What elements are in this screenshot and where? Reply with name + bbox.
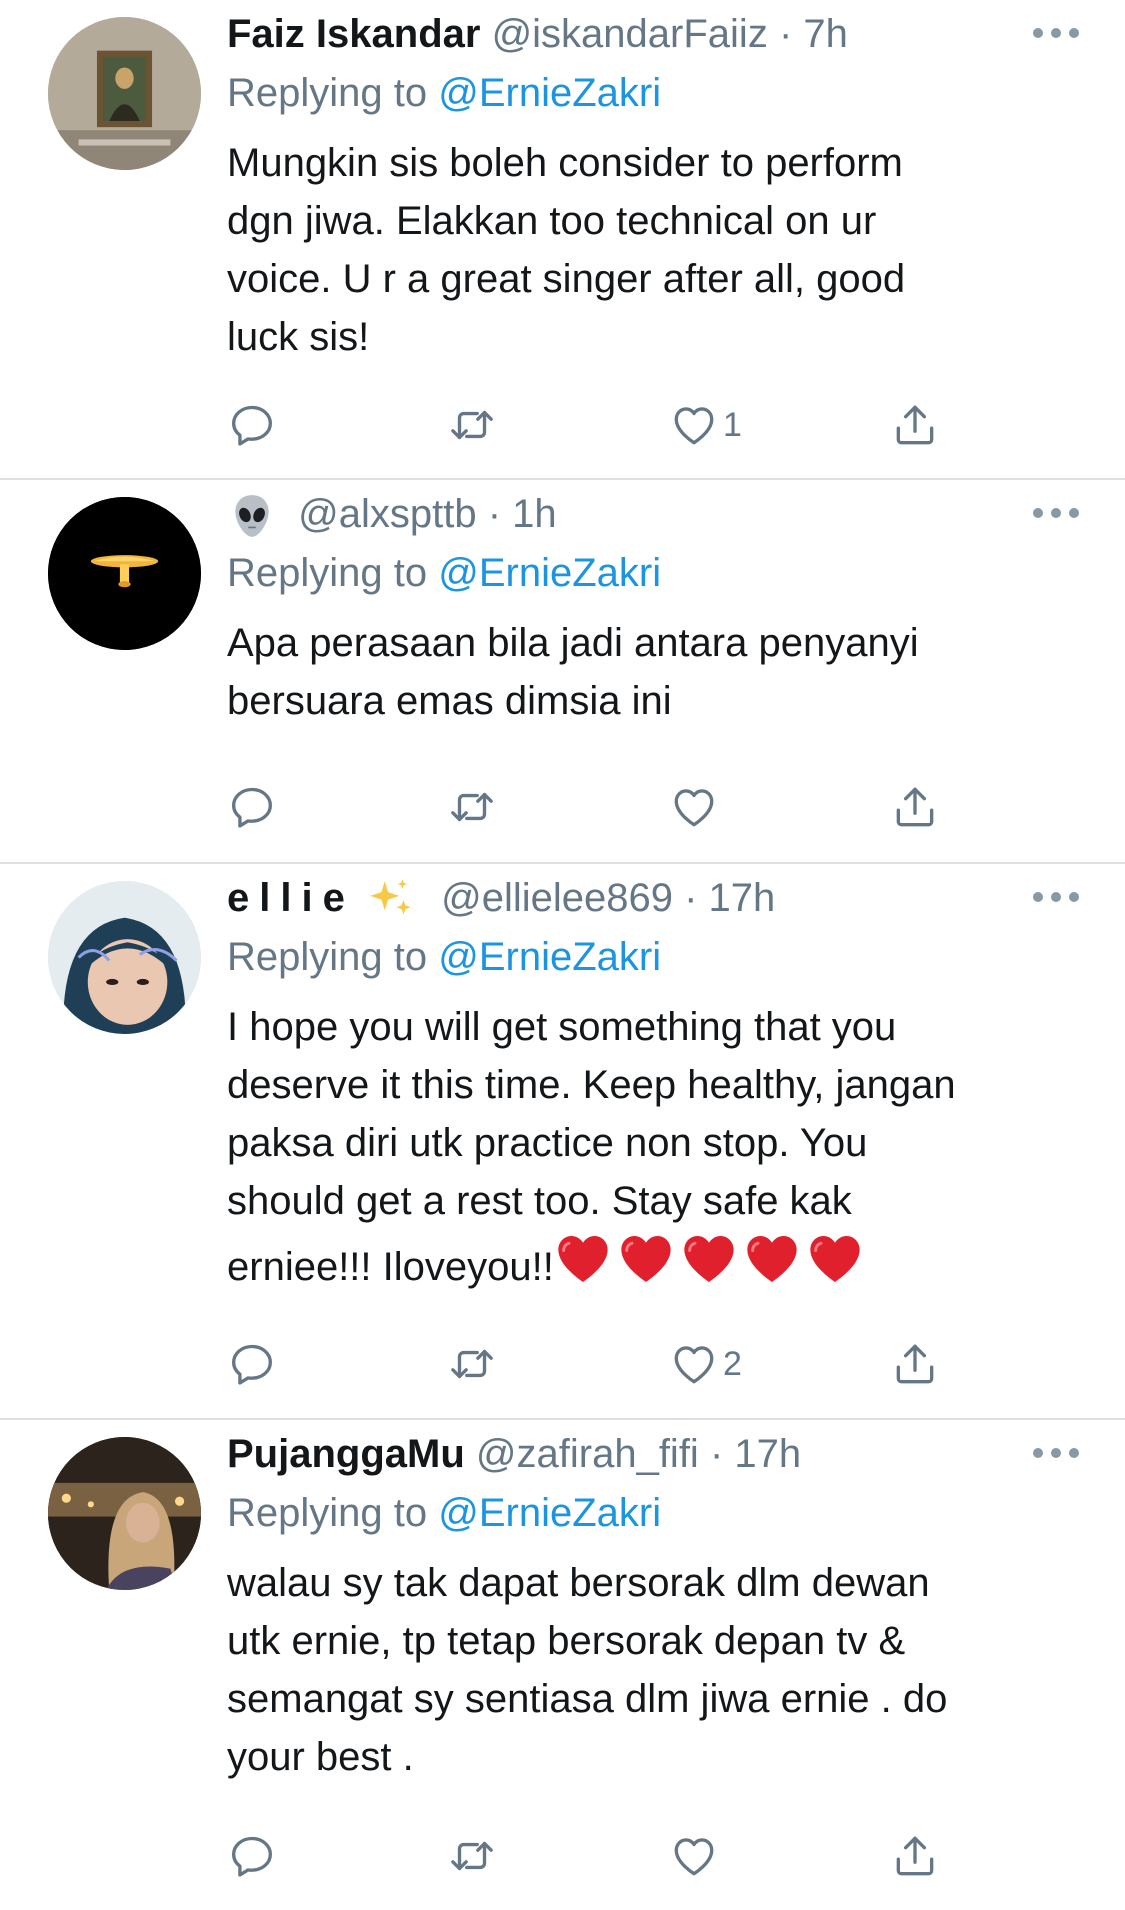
timestamp[interactable]: 17h [734, 1432, 801, 1476]
replying-to: Replying to @ErnieZakri [227, 64, 1095, 122]
retweet-button[interactable] [447, 777, 497, 837]
more-options-icon[interactable] [1033, 28, 1079, 40]
retweet-icon [447, 400, 497, 450]
replying-label: Replying to [227, 551, 439, 595]
display-name[interactable]: PujanggaMu [227, 1432, 465, 1476]
tweet-header: PujanggaMu @zafirah_fifi · 17h [227, 1420, 1095, 1484]
separator-dot: · [709, 1432, 724, 1476]
display-name[interactable]: ellie [227, 876, 355, 920]
tweet-1[interactable]: Faiz Iskandar @iskandarFaiiz · 7h Replyi… [0, 0, 1125, 480]
tweet-header: @alxspttb · 1h [227, 480, 1095, 544]
replying-to: Replying to @ErnieZakri [227, 928, 1095, 986]
more-options-icon[interactable] [1033, 508, 1079, 520]
tweet-2[interactable]: @alxspttb · 1h Replying to @ErnieZakri A… [0, 480, 1125, 864]
user-handle[interactable]: @iskandarFaiiz [492, 12, 768, 56]
reply-button[interactable] [227, 1826, 277, 1886]
timestamp[interactable]: 17h [709, 876, 776, 920]
like-count: 2 [723, 1344, 742, 1383]
more-options-icon[interactable] [1033, 1448, 1079, 1460]
tweet-3[interactable]: ellie @ellielee869 · 17h Replying to @Er… [0, 864, 1125, 1420]
retweet-button[interactable] [447, 395, 497, 455]
tweet-actions [227, 777, 987, 837]
reply-button[interactable] [227, 1334, 277, 1394]
lamp-avatar-icon [48, 497, 201, 650]
tweet-header: ellie @ellielee869 · 17h [227, 864, 1095, 928]
avatar[interactable] [48, 17, 201, 170]
separator-dot: · [778, 12, 793, 56]
like-button[interactable]: 1 [669, 395, 742, 455]
like-button[interactable] [669, 777, 723, 837]
tweet-actions [227, 1826, 987, 1886]
tweet-actions: 1 [227, 395, 987, 455]
retweet-button[interactable] [447, 1334, 497, 1394]
display-name[interactable]: Faiz Iskandar [227, 12, 480, 56]
replying-to: Replying to @ErnieZakri [227, 544, 1095, 602]
heart-icon [669, 1831, 719, 1881]
separator-dot: · [487, 492, 502, 536]
reply-icon [227, 1831, 277, 1881]
timestamp[interactable]: 7h [803, 12, 848, 56]
user-handle[interactable]: @zafirah_fifi [476, 1432, 699, 1476]
share-icon [890, 1831, 940, 1881]
user-handle[interactable]: @ellielee869 [441, 876, 673, 920]
share-icon [890, 400, 940, 450]
red-hearts-emoji [554, 1230, 864, 1304]
replying-mention-link[interactable]: @ErnieZakri [438, 551, 661, 595]
tweet-4[interactable]: PujanggaMu @zafirah_fifi · 17h Replying … [0, 1420, 1125, 1910]
retweet-icon [447, 1831, 497, 1881]
reply-icon [227, 400, 277, 450]
share-icon [890, 1339, 940, 1389]
share-icon [890, 782, 940, 832]
share-button[interactable] [890, 395, 940, 455]
like-button[interactable]: 2 [669, 1334, 742, 1394]
share-button[interactable] [890, 1826, 940, 1886]
replying-mention-link[interactable]: @ErnieZakri [438, 935, 661, 979]
replying-mention-link[interactable]: @ErnieZakri [438, 1491, 661, 1535]
share-button[interactable] [890, 777, 940, 837]
replying-mention-link[interactable]: @ErnieZakri [438, 71, 661, 115]
like-count: 1 [723, 405, 742, 444]
red-heart-icon [554, 1230, 612, 1288]
tweet-header: Faiz Iskandar @iskandarFaiiz · 7h [227, 0, 1095, 64]
timestamp[interactable]: 1h [512, 492, 557, 536]
tweet-text: Apa perasaan bila jadi antara penyanyi b… [227, 621, 919, 723]
retweet-icon [447, 1339, 497, 1389]
heart-icon [669, 400, 719, 450]
alien-icon [227, 491, 277, 541]
retweet-button[interactable] [447, 1826, 497, 1886]
reply-button[interactable] [227, 395, 277, 455]
avatar[interactable] [48, 1437, 201, 1590]
user-handle[interactable]: @alxspttb [298, 492, 476, 536]
separator-dot: · [684, 876, 698, 920]
red-heart-icon [680, 1230, 738, 1288]
heart-icon [669, 1339, 719, 1389]
sparkles-icon [366, 875, 416, 925]
night-photo-avatar-icon [48, 1437, 201, 1590]
replying-to: Replying to @ErnieZakri [227, 1484, 1095, 1542]
tweet-actions: 2 [227, 1334, 987, 1394]
like-button[interactable] [669, 1826, 723, 1886]
tweet-text: Mungkin sis boleh consider to perform dg… [227, 141, 906, 359]
red-heart-icon [617, 1230, 675, 1288]
heart-icon [669, 782, 719, 832]
reply-icon [227, 782, 277, 832]
reply-button[interactable] [227, 777, 277, 837]
replying-label: Replying to [227, 1491, 439, 1535]
replying-label: Replying to [227, 935, 439, 979]
avatar[interactable] [48, 497, 201, 650]
retweet-icon [447, 782, 497, 832]
hijab-avatar-icon [48, 881, 201, 1034]
replying-label: Replying to [227, 71, 439, 115]
reply-icon [227, 1339, 277, 1389]
tweet-text: walau sy tak dapat bersorak dlm dewan ut… [227, 1561, 948, 1779]
mona-lisa-avatar-icon [48, 17, 201, 170]
red-heart-icon [806, 1230, 864, 1288]
tweet-text: I hope you will get something that you d… [227, 998, 1095, 1304]
avatar[interactable] [48, 881, 201, 1034]
red-heart-icon [743, 1230, 801, 1288]
more-options-icon[interactable] [1033, 892, 1079, 904]
share-button[interactable] [890, 1334, 940, 1394]
